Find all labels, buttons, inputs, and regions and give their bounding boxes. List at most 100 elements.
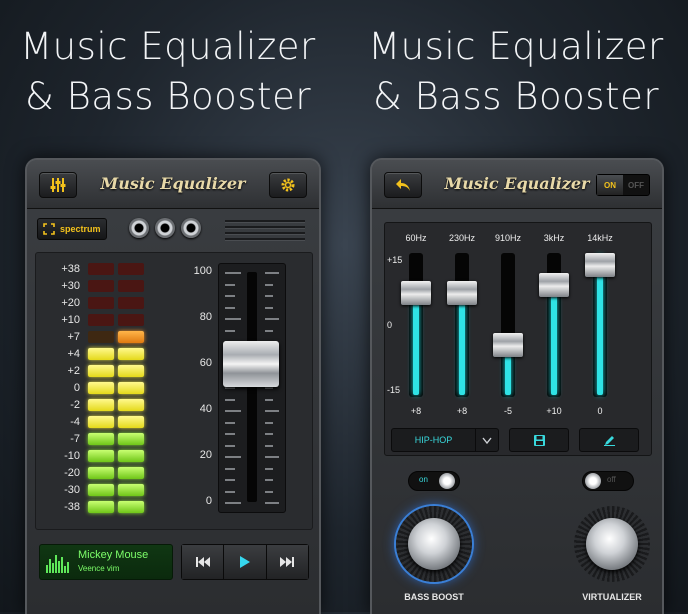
power-off-label: OFF <box>628 180 644 190</box>
volume-slider-handle[interactable] <box>223 341 279 387</box>
scale-tick <box>265 272 279 274</box>
db-label: +10 <box>61 314 80 326</box>
edit-preset-button[interactable] <box>579 428 639 452</box>
bass-boost-toggle[interactable]: on <box>408 471 460 491</box>
volume-scale-label: 100 <box>193 265 212 277</box>
knob-cap <box>586 518 638 570</box>
next-icon <box>280 557 295 567</box>
power-toggle[interactable]: ON OFF <box>596 174 650 196</box>
db-label: +20 <box>61 297 80 309</box>
headline-left: Music Equalizer & Bass Booster <box>8 22 328 122</box>
db-label: +30 <box>61 280 80 292</box>
band-slider-handle[interactable] <box>539 273 569 297</box>
now-playing-display[interactable]: Mickey Mouse Veence vim <box>39 544 173 580</box>
axis-bottom-label: -15 <box>387 385 401 395</box>
headline-line-2: & Bass Booster <box>24 75 312 118</box>
bass-boost-knob[interactable] <box>396 506 472 582</box>
pencil-icon <box>603 435 615 446</box>
led-segment <box>88 348 114 360</box>
preset-bar: HIP-HOP <box>391 428 645 452</box>
toggle-knob <box>585 473 601 489</box>
axis-top-label: +15 <box>387 255 403 265</box>
volume-slider[interactable] <box>218 263 286 513</box>
equalizer-panel: +15 0 -15 HIP-HOP 60Hz +8 230Hz +8 910Hz -5 3k… <box>384 222 652 456</box>
band-slider[interactable] <box>585 253 615 397</box>
scale-tick <box>265 479 273 481</box>
band-frequency-label: 910Hz <box>494 233 521 243</box>
scale-tick <box>225 490 235 493</box>
scale-tick <box>225 283 235 286</box>
db-scale: +38 +30 +20 +10 +7 +4 +2 0 -2 -4 -7 -10 -20 -30 -38 <box>42 261 80 516</box>
led-segment <box>118 433 144 445</box>
led-segment <box>88 280 114 292</box>
scale-tick <box>265 329 273 332</box>
track-artist: Veence vim <box>78 564 120 573</box>
scale-tick <box>225 306 235 309</box>
virtualizer-knob[interactable] <box>574 506 650 582</box>
scale-tick <box>265 295 273 297</box>
db-label: +38 <box>61 263 80 275</box>
track-title: Mickey Mouse <box>78 549 149 561</box>
band-slider[interactable] <box>493 253 523 397</box>
band-slider-handle[interactable] <box>493 333 523 357</box>
next-button[interactable] <box>266 545 308 579</box>
scale-tick <box>225 398 235 401</box>
led-segment <box>118 280 144 292</box>
led-segment <box>88 450 114 462</box>
led-segment <box>118 297 144 309</box>
db-label: -20 <box>64 467 80 479</box>
led-segment <box>88 484 114 496</box>
preset-name: HIP-HOP <box>414 435 453 445</box>
led-segment <box>88 433 114 445</box>
scale-tick <box>265 467 273 470</box>
save-preset-button[interactable] <box>509 428 569 452</box>
speaker-grille <box>225 220 305 244</box>
settings-button[interactable] <box>269 172 307 198</box>
band-slider[interactable] <box>447 253 477 397</box>
scale-tick <box>265 283 273 286</box>
audio-jack-icon <box>155 218 175 238</box>
led-segment <box>118 331 144 343</box>
scale-tick <box>225 387 235 389</box>
scale-tick <box>265 306 273 309</box>
led-segment <box>88 399 114 411</box>
led-segment <box>88 331 114 343</box>
toggle-on-label: on <box>419 475 428 484</box>
scale-tick <box>225 295 235 297</box>
scale-tick <box>225 318 241 320</box>
spectrum-button[interactable]: spectrum <box>37 218 107 240</box>
volume-scale-label: 20 <box>199 449 212 461</box>
led-segment <box>88 467 114 479</box>
previous-button[interactable] <box>182 545 225 579</box>
virtualizer-toggle[interactable]: off <box>582 471 634 491</box>
db-label: -7 <box>70 433 80 445</box>
band-slider[interactable] <box>401 253 431 397</box>
top-bar: Music Equalizer <box>27 160 319 209</box>
led-column-right <box>118 263 144 518</box>
play-button[interactable] <box>224 545 267 579</box>
band-slider-handle[interactable] <box>447 281 477 305</box>
db-label: -10 <box>64 450 80 462</box>
playback-controls <box>181 544 309 580</box>
dropdown-button[interactable] <box>475 429 498 451</box>
scale-tick <box>265 433 273 435</box>
band-slider-handle[interactable] <box>585 253 615 277</box>
scale-tick <box>265 318 279 320</box>
scale-tick <box>265 456 279 458</box>
led-segment <box>118 416 144 428</box>
band-frequency-label: 60Hz <box>405 233 427 243</box>
scale-tick <box>265 410 279 412</box>
scale-tick <box>225 421 235 424</box>
band-slider[interactable] <box>539 253 569 397</box>
scale-tick <box>225 456 241 458</box>
volume-scale-label: 80 <box>199 311 212 323</box>
scale-tick <box>265 387 273 389</box>
phone-right: Music Equalizer ON OFF +15 0 -15 HIP-HOP… <box>370 158 664 614</box>
preset-select[interactable]: HIP-HOP <box>391 428 499 452</box>
scale-tick <box>225 444 235 447</box>
db-label: -38 <box>64 501 80 513</box>
bass-boost-label: BASS BOOST <box>404 592 464 602</box>
headline-line-1: Music Equalizer <box>368 25 664 68</box>
band-slider-handle[interactable] <box>401 281 431 305</box>
led-segment <box>118 382 144 394</box>
